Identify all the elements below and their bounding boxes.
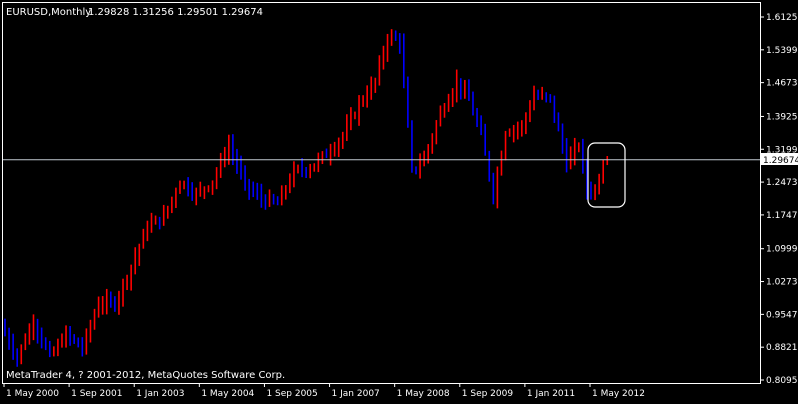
chart-window[interactable]: 1.612501.539901.467301.392501.319901.247… xyxy=(0,0,798,400)
chart-header-symbol: EURUSD,Monthly xyxy=(6,7,91,18)
x-tick-label: 1 Jan 2007 xyxy=(332,389,380,399)
x-tick-label: 1 May 2000 xyxy=(6,389,59,399)
copyright-label: MetaTrader 4, ? 2001-2012, MetaQuotes So… xyxy=(6,370,285,381)
x-tick-label: 1 May 2008 xyxy=(397,389,450,399)
current-price-label: 1.29674 xyxy=(763,156,798,166)
price-chart[interactable]: 1.612501.539901.467301.392501.319901.247… xyxy=(0,0,798,400)
y-tick-label: 1.17470 xyxy=(766,211,798,221)
chart-background xyxy=(0,0,798,400)
chart-header-ohlc: 1.29828 1.31256 1.29501 1.29674 xyxy=(88,7,263,18)
y-tick-label: 0.88210 xyxy=(766,343,798,353)
x-tick-label: 1 Sep 2009 xyxy=(462,389,514,399)
x-tick-label: 1 Jan 2003 xyxy=(136,389,184,399)
y-tick-label: 0.95470 xyxy=(766,310,798,320)
y-tick-label: 1.46730 xyxy=(766,79,798,89)
y-tick-label: 1.39250 xyxy=(766,112,798,122)
x-tick-label: 1 May 2004 xyxy=(201,389,254,399)
y-tick-label: 1.61250 xyxy=(766,13,798,23)
x-tick-label: 1 Sep 2001 xyxy=(71,389,122,399)
x-tick-label: 1 Jan 2011 xyxy=(527,389,575,399)
y-tick-label: 0.80950 xyxy=(766,376,798,386)
y-tick-label: 1.09990 xyxy=(766,245,798,255)
y-tick-label: 1.02730 xyxy=(766,278,798,288)
x-tick-label: 1 May 2012 xyxy=(592,389,645,399)
y-tick-label: 1.53990 xyxy=(766,46,798,56)
x-tick-label: 1 Sep 2005 xyxy=(266,389,317,399)
y-tick-label: 1.24730 xyxy=(766,178,798,188)
